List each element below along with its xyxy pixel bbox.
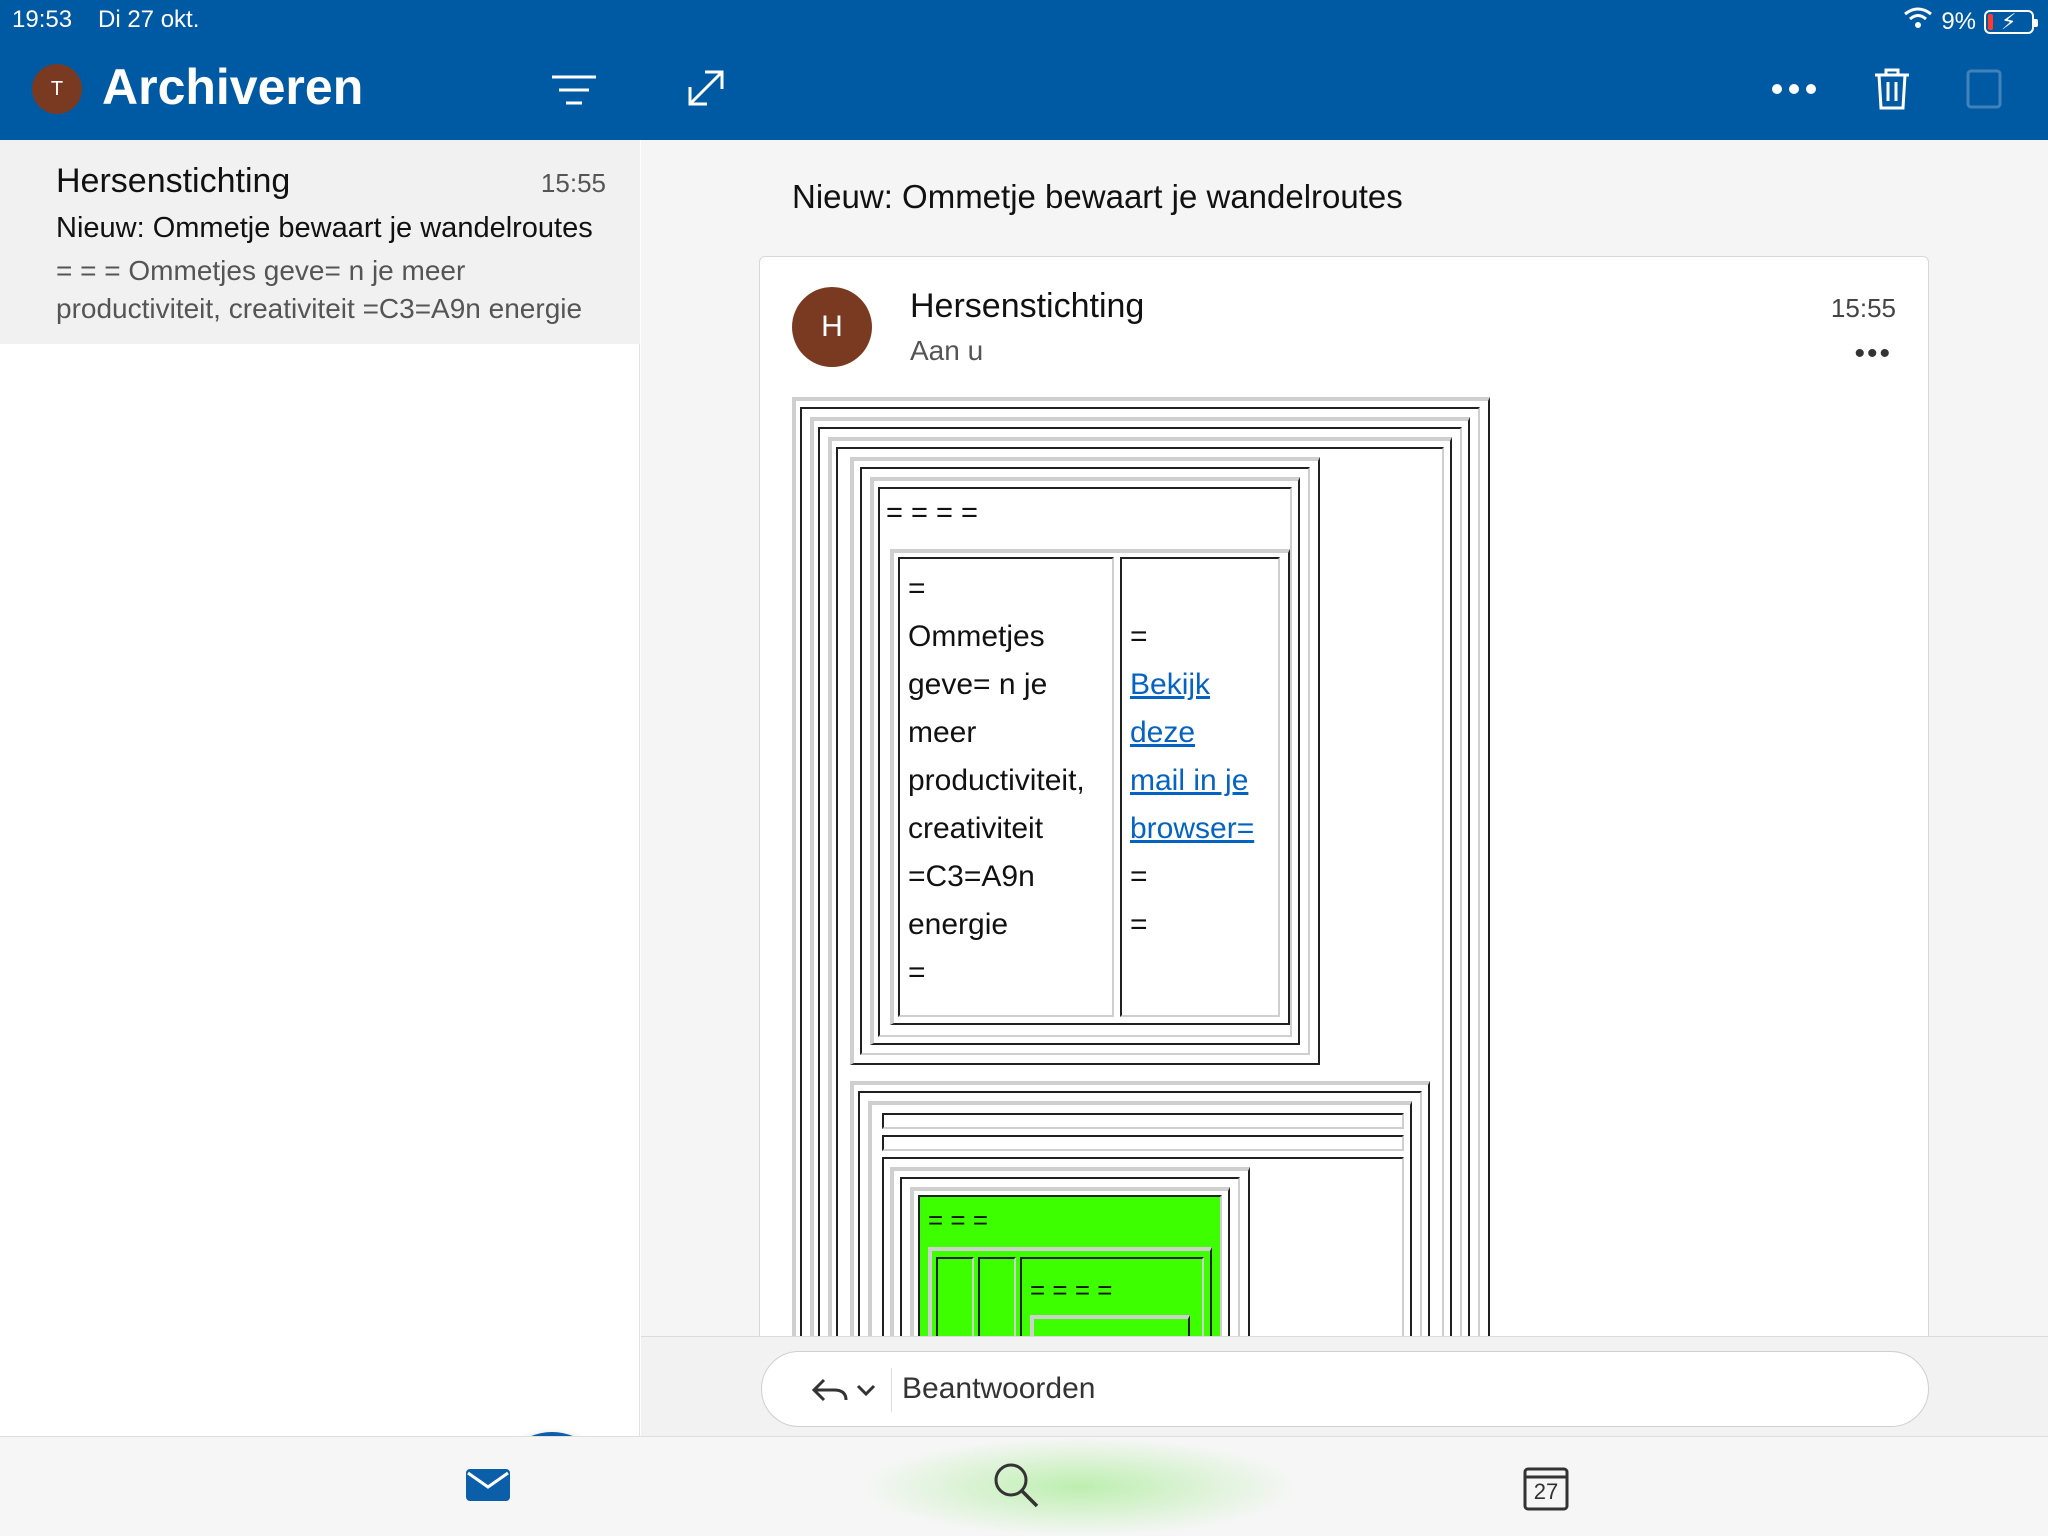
app-window: 19:53 Di 27 okt. 9% ⚡ T Archiveren Herse…: [0, 0, 2048, 1536]
green-eq-row-2: = = = =: [1030, 1275, 1113, 1305]
tab-mail[interactable]: [456, 1455, 520, 1519]
filter-icon[interactable]: [548, 70, 600, 110]
expand-icon[interactable]: [684, 66, 728, 110]
calendar-day: 27: [1533, 1479, 1559, 1504]
reply-label: Beantwoorden: [902, 1372, 1096, 1405]
more-options-icon[interactable]: [1770, 76, 1818, 102]
battery-percent: 9%: [1941, 7, 1976, 35]
reading-pane: Nieuw: Ommetje bewaart je wandelroutes H…: [641, 140, 2048, 1436]
message-preview: = = = Ommetjes geve= n je meer productiv…: [56, 255, 583, 324]
top-bar: 19:53 Di 27 okt. 9% ⚡ T Archiveren: [0, 0, 2048, 140]
reply-bar: Beantwoorden: [641, 1336, 2048, 1436]
message-sender: Hersenstichting: [56, 162, 291, 200]
tab-highlight: [860, 1437, 1300, 1536]
battery-icon: ⚡: [1984, 9, 2038, 34]
sender-avatar[interactable]: H: [792, 287, 872, 367]
spacer-row-1: [882, 1113, 1404, 1129]
recipient-label: Aan u: [910, 335, 984, 366]
status-indicators: 9% ⚡: [1903, 6, 2038, 37]
sender-name[interactable]: Hersenstichting: [910, 287, 1144, 326]
mail-subject: Nieuw: Ommetje bewaart je wandelroutes: [792, 178, 1403, 215]
status-time: 19:53: [12, 6, 73, 33]
message-timestamp: 15:55: [1830, 293, 1896, 323]
browser-link-cell: = Bekijk deze mail in je browser= = =: [1130, 620, 1255, 941]
header-eq-row: = = = =: [886, 497, 978, 529]
message-subject: Nieuw: Ommetje bewaart je wandelroutes: [56, 212, 593, 244]
archive-icon: [1964, 66, 2004, 112]
reply-field[interactable]: Beantwoorden: [761, 1351, 1929, 1427]
view-in-browser-link[interactable]: Bekijk deze mail in je browser=: [1130, 661, 1254, 853]
bottom-tab-bar: 27: [0, 1436, 2048, 1536]
search-icon: [991, 1460, 1041, 1515]
chevron-down-icon: [856, 1384, 876, 1397]
status-date: Di 27 okt.: [98, 6, 200, 33]
message-list-pane: Hersenstichting 15:55 Nieuw: Ommetje bew…: [0, 140, 640, 1536]
tab-calendar[interactable]: 27: [1514, 1455, 1578, 1519]
reply-arrow-icon: [811, 1378, 848, 1402]
trash-icon[interactable]: [1872, 66, 1912, 112]
calendar-icon: 27: [1523, 1463, 1569, 1511]
message-time: 15:55: [540, 168, 606, 198]
reply-options-button[interactable]: [792, 1368, 892, 1412]
green-eq-row: = = =: [928, 1205, 988, 1235]
message-card: H Hersenstichting Aan u 15:55 ••• = = = …: [759, 256, 1929, 1436]
folder-title[interactable]: Archiveren: [102, 58, 363, 116]
intro-text: = Ommetjes geve= n je meer productivitei…: [908, 572, 1085, 989]
tab-search[interactable]: [984, 1455, 1048, 1519]
message-list-item[interactable]: Hersenstichting 15:55 Nieuw: Ommetje bew…: [0, 140, 640, 344]
spacer-row-2: [882, 1135, 1404, 1151]
wifi-icon: [1903, 6, 1933, 37]
message-more-button[interactable]: •••: [1854, 337, 1892, 371]
account-avatar[interactable]: T: [32, 64, 82, 114]
mail-icon: [464, 1467, 512, 1508]
